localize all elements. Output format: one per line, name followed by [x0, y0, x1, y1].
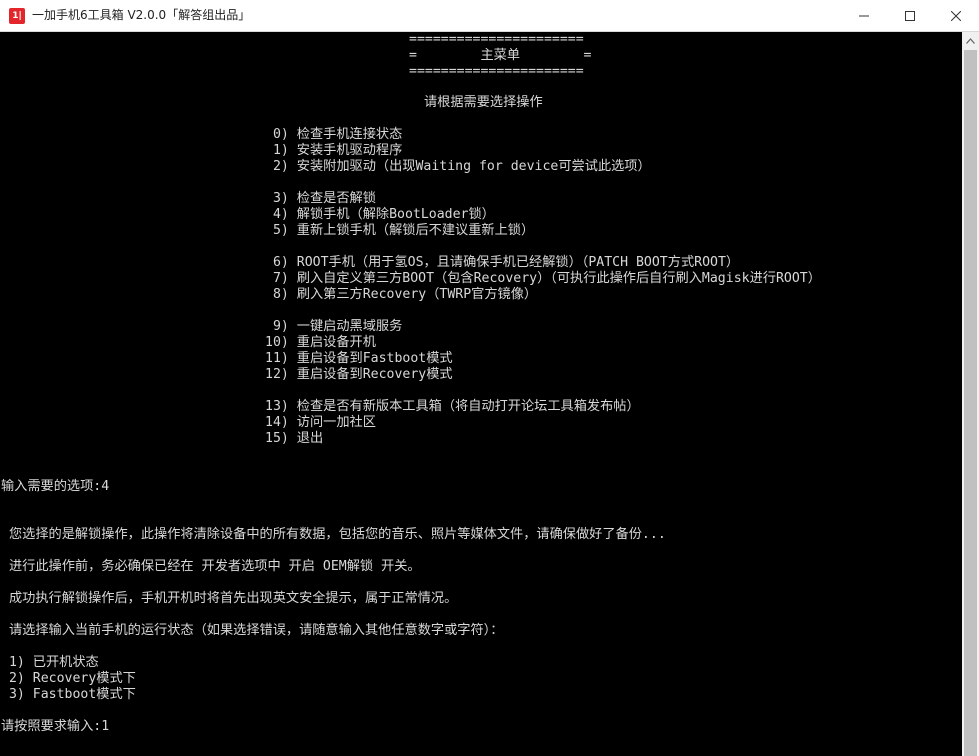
console-window: 1| 一加手机6工具箱 V2.0.0「解答组出品」 ==============… [0, 0, 979, 756]
menu-item: 11) 重启设备到Fastboot模式 [265, 351, 453, 366]
message-line: 进行此操作前，务必确保已经在 开发者选项中 开启 OEM解锁 开关。 [1, 559, 421, 574]
vertical-scrollbar[interactable] [962, 32, 979, 756]
menu-item: 14) 访问一加社区 [265, 415, 376, 430]
option-input-line: 输入需要的选项:4 [1, 479, 110, 494]
final-input-line[interactable]: 请按照要求输入:1 [1, 719, 109, 735]
minimize-icon [859, 15, 869, 16]
menu-item: 10) 重启设备开机 [265, 335, 376, 350]
state-option: 3) Fastboot模式下 [1, 687, 136, 702]
title-bar[interactable]: 1| 一加手机6工具箱 V2.0.0「解答组出品」 [0, 0, 979, 32]
menu-item: 15) 退出 [265, 431, 324, 446]
menu-banner-bottom: ====================== [409, 64, 584, 79]
menu-item: 3) 检查是否解锁 [265, 191, 376, 206]
scroll-up-arrow-icon [966, 37, 975, 44]
message-line: 您选择的是解锁操作，此操作将清除设备中的所有数据，包括您的音乐、照片等媒体文件，… [1, 527, 666, 542]
menu-item: 5) 重新上锁手机（解锁后不建议重新上锁） [265, 223, 535, 238]
menu-banner-title: = 主菜单 = [409, 48, 592, 63]
scroll-up-button[interactable] [962, 32, 979, 49]
window-title: 一加手机6工具箱 V2.0.0「解答组出品」 [32, 8, 251, 22]
maximize-icon [905, 10, 915, 21]
menu-heading: 请根据需要选择操作 [424, 95, 543, 110]
menu-item: 2) 安装附加驱动（出现Waiting for device可尝试此选项） [265, 159, 651, 174]
menu-item: 1) 安装手机驱动程序 [265, 143, 403, 158]
scrollbar-thumb[interactable] [964, 50, 977, 756]
menu-item: 9) 一键启动黑域服务 [265, 319, 403, 334]
menu-item: 13) 检查是否有新版本工具箱（将自动打开论坛工具箱发布帖） [265, 399, 640, 414]
app-icon: 1| [9, 8, 25, 24]
menu-item: 8) 刷入第三方Recovery（TWRP官方镜像） [265, 287, 538, 302]
message-line: 请选择输入当前手机的运行状态（如果选择错误，请随意输入其他任意数字或字符）： [1, 623, 504, 638]
menu-item: 4) 解锁手机（解除BootLoader锁） [265, 207, 495, 222]
close-button[interactable] [933, 0, 979, 31]
menu-item: 0) 检查手机连接状态 [265, 127, 403, 142]
close-icon [951, 10, 961, 21]
minimize-button[interactable] [841, 0, 887, 31]
state-option: 2) Recovery模式下 [1, 671, 136, 686]
menu-item: 7) 刷入自定义第三方BOOT（包含Recovery）（可执行此操作后自行刷入M… [265, 271, 821, 286]
maximize-button[interactable] [887, 0, 933, 31]
menu-item: 6) ROOT手机（用于氢OS，且请确保手机已经解锁）（PATCH BOOT方式… [265, 255, 740, 270]
message-line: 成功执行解锁操作后，手机开机时将首先出现英文安全提示，属于正常情况。 [1, 591, 458, 606]
state-option: 1) 已开机状态 [1, 655, 99, 670]
menu-banner-top: ====================== [409, 32, 584, 47]
console-output: ====================== = 主菜单 = =========… [0, 32, 962, 756]
menu-item: 12) 重启设备到Recovery模式 [265, 367, 453, 382]
